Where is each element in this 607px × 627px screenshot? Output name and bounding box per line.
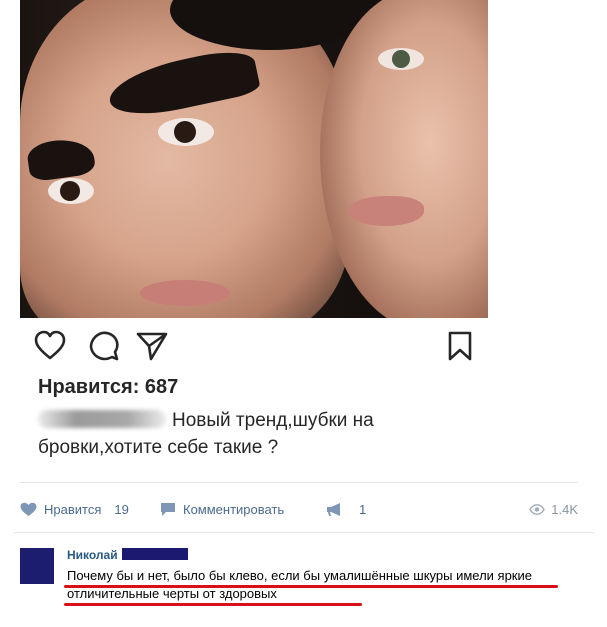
lips: [348, 196, 424, 226]
comment-icon: [161, 502, 175, 516]
eye: [378, 48, 424, 70]
share-icon[interactable]: [136, 330, 168, 362]
like-count: 19: [114, 501, 129, 517]
eye: [158, 118, 214, 146]
red-underline: [64, 603, 362, 606]
avatar[interactable]: [20, 548, 54, 584]
comment-icon[interactable]: [88, 330, 120, 362]
bookmark-icon[interactable]: [444, 330, 476, 362]
post-caption: Новый тренд,шубки на бровки,хотите себе …: [38, 407, 478, 461]
comment-label: Комментировать: [183, 501, 285, 517]
comment-author[interactable]: Николай: [67, 548, 188, 562]
eye-icon: [529, 503, 546, 515]
views-counter: 1.4K: [529, 497, 578, 521]
ig-action-row: [34, 330, 474, 364]
vk-action-bar: Нравится 19 Комментировать 1 1.4K: [20, 497, 580, 521]
lips: [140, 280, 230, 306]
heart-icon[interactable]: [34, 330, 66, 362]
divider: [20, 482, 578, 483]
divider: [14, 532, 594, 533]
eye: [48, 178, 94, 204]
author-name[interactable]: Николай: [67, 548, 118, 562]
red-underline: [64, 585, 558, 588]
redacted-surname: [121, 548, 188, 560]
megaphone-icon: [327, 502, 340, 516]
comment-button[interactable]: Комментировать: [160, 497, 284, 521]
heart-icon: [20, 502, 37, 516]
post-photo[interactable]: [20, 0, 488, 318]
views-count: 1.4K: [551, 501, 578, 517]
share-button[interactable]: 1: [326, 497, 366, 521]
like-label: Нравится: [44, 501, 102, 517]
blurred-username: [38, 410, 166, 428]
likes-count[interactable]: Нравится: 687: [38, 376, 178, 399]
share-count: 1: [359, 501, 367, 517]
like-button[interactable]: Нравится 19: [20, 497, 129, 521]
